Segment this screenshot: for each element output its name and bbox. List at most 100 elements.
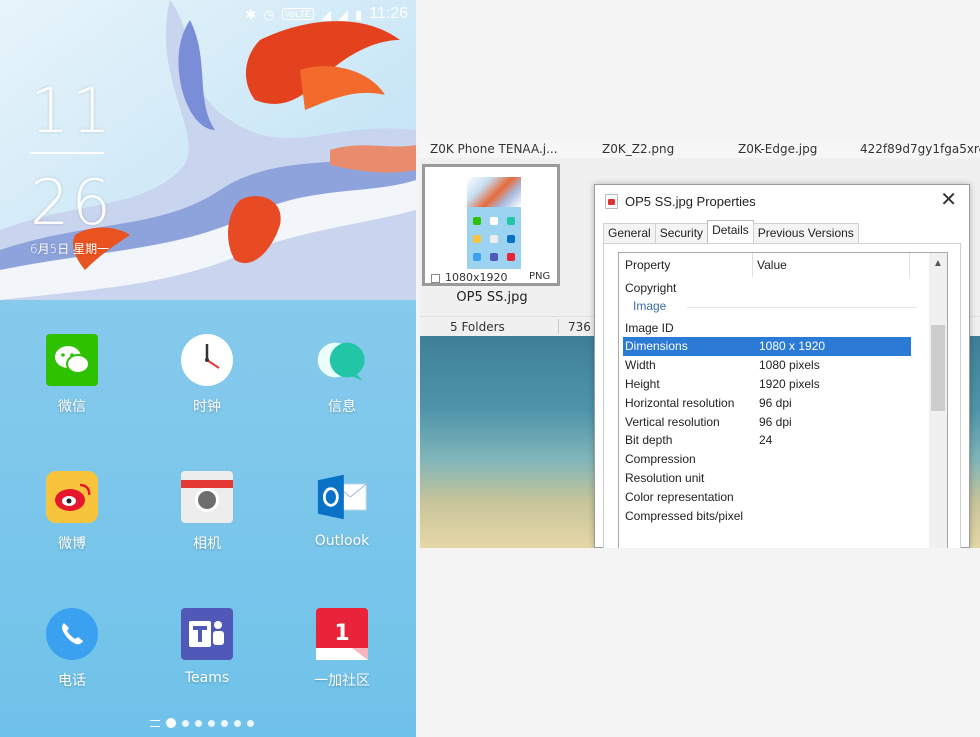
property-row[interactable]: Width 1080 pixels	[623, 356, 911, 375]
app-outlook[interactable]: Outlook	[287, 471, 397, 549]
app-phone[interactable]: 电话	[17, 608, 127, 690]
column-divider[interactable]	[752, 253, 753, 277]
thumbnail-checkbox[interactable]	[431, 274, 440, 283]
app-label: 一加社区	[314, 673, 370, 689]
thumb-app-icon	[473, 235, 481, 243]
property-value: 24	[759, 433, 773, 448]
app-oneplus-community[interactable]: 1 一加社区	[287, 608, 397, 690]
phone-icon	[46, 608, 98, 660]
page-dot	[234, 719, 241, 727]
teams-icon	[181, 608, 233, 660]
column-header-property[interactable]: Property	[625, 258, 670, 272]
folder-count: 5 Folders	[450, 320, 505, 334]
file-name[interactable]: Z0K_Z2.png	[602, 142, 674, 156]
thumb-app-icon	[490, 235, 498, 243]
app-grid: 微信 时钟 信息 微博 相机 Outlook 电话 Teams 1 一加社区	[0, 300, 416, 737]
tab-general[interactable]: General	[603, 223, 656, 243]
app-label: 电话	[58, 673, 86, 689]
file-name[interactable]: 422f89d7gy1fga5xre...	[860, 142, 980, 156]
clock-minute: 26	[30, 166, 113, 239]
page-dot	[182, 719, 189, 727]
scrollbar-thumb[interactable]	[931, 325, 945, 411]
app-camera[interactable]: 相机	[152, 471, 262, 553]
thumb-app-icon	[507, 235, 515, 243]
screenshot-composite: ✱ ◷ VoLTE ◢ ◢ ▮ 11:26 11 26 6月5日 星期一 微信 …	[0, 0, 980, 737]
property-row[interactable]: Compression	[623, 450, 911, 469]
thumb-app-icon	[473, 217, 481, 225]
page-dot	[221, 719, 228, 727]
property-row[interactable]: Height 1920 pixels	[623, 375, 911, 394]
property-row[interactable]: Copyright	[623, 279, 911, 298]
app-weibo[interactable]: 微博	[17, 471, 127, 553]
file-name[interactable]: Z0K-Edge.jpg	[738, 142, 817, 156]
app-label: 时钟	[193, 399, 221, 415]
tab-previous-versions[interactable]: Previous Versions	[752, 223, 859, 243]
vertical-scrollbar[interactable]: ▲	[929, 253, 947, 548]
app-wechat[interactable]: 微信	[17, 334, 127, 416]
page-dot	[247, 719, 254, 727]
property-row[interactable]: Vertical resolution 96 dpi	[623, 413, 911, 432]
property-name: Compression	[625, 452, 696, 467]
weibo-icon	[46, 471, 98, 523]
property-list: Property Value Copyright Image Image ID Dim…	[618, 252, 948, 548]
page-dot-active	[166, 718, 176, 728]
wechat-icon	[46, 334, 98, 386]
close-icon[interactable]: ✕	[940, 190, 957, 210]
property-value: 96 dpi	[759, 414, 792, 429]
app-label: 相机	[193, 536, 221, 552]
details-panel: Property Value Copyright Image Image ID Dim…	[603, 243, 961, 548]
tab-security[interactable]: Security	[654, 223, 709, 243]
svg-text:1: 1	[334, 621, 349, 646]
clock-widget[interactable]: 11 26 6月5日 星期一	[30, 80, 113, 257]
tab-details[interactable]: Details	[707, 220, 754, 243]
outlook-icon	[316, 471, 368, 523]
property-value: 1080 pixels	[759, 358, 820, 373]
column-header-value[interactable]: Value	[757, 258, 787, 272]
app-label: Outlook	[314, 533, 370, 549]
column-divider[interactable]	[909, 253, 910, 277]
signal-icon: ◢	[320, 6, 331, 22]
thumbnail-wallpaper	[467, 177, 521, 207]
property-row[interactable]: Dimensions 1080 x 1920	[623, 337, 911, 357]
status-separator	[558, 319, 559, 334]
volte-badge: VoLTE	[281, 8, 314, 20]
oneplus-community-icon: 1	[316, 608, 368, 660]
property-name: Horizontal resolution	[625, 395, 735, 410]
dialog-title-bar[interactable]: OP5 SS.jpg Properties ✕	[595, 185, 969, 217]
thumbnail-file-name[interactable]: OP5 SS.jpg	[422, 290, 562, 305]
thumbnail-dimensions: 1080x1920	[445, 271, 508, 284]
scroll-up-arrow-icon[interactable]: ▲	[933, 258, 943, 269]
property-row[interactable]: Compressed bits/pixel	[623, 507, 911, 526]
app-clock[interactable]: 时钟	[152, 334, 262, 416]
file-name[interactable]: Z0K Phone TENAA.j...	[430, 142, 558, 156]
property-row[interactable]: Color representation	[623, 488, 911, 507]
clock-hour: 11	[30, 74, 113, 147]
file-thumbnail-selected[interactable]: 1080x1920 PNG	[422, 164, 560, 286]
property-row[interactable]: Image ID	[623, 319, 911, 338]
property-row[interactable]: Resolution unit	[623, 469, 911, 488]
app-messages[interactable]: 信息	[287, 334, 397, 416]
wallpaper: ✱ ◷ VoLTE ◢ ◢ ▮ 11:26 11 26 6月5日 星期一	[0, 0, 416, 300]
thumb-app-icon	[490, 253, 498, 261]
app-teams[interactable]: Teams	[152, 608, 262, 686]
property-row[interactable]: Bit depth 24	[623, 431, 911, 450]
property-name: Bit depth	[625, 433, 673, 448]
property-value: 1080 x 1920	[759, 339, 826, 354]
property-name: Height	[625, 377, 660, 391]
group-header-image[interactable]: Image	[623, 298, 923, 317]
property-name: Copyright	[625, 281, 677, 295]
thumb-app-icon	[507, 253, 515, 261]
file-name-row: Z0K Phone TENAA.j... Z0K_Z2.png Z0K-Edge…	[420, 140, 980, 158]
property-row[interactable]: Horizontal resolution 96 dpi	[623, 394, 911, 413]
thumb-app-icon	[490, 217, 498, 225]
phone-home-screen: ✱ ◷ VoLTE ◢ ◢ ▮ 11:26 11 26 6月5日 星期一 微信 …	[0, 0, 416, 737]
bluetooth-icon: ✱	[245, 6, 257, 22]
property-name: Image ID	[625, 320, 674, 335]
app-drawer-indicator	[150, 719, 160, 727]
page-indicator[interactable]	[150, 718, 254, 728]
property-name: Vertical resolution	[625, 414, 720, 429]
file-explorer: Z0K Phone TENAA.j... Z0K_Z2.png Z0K-Edge…	[420, 140, 980, 548]
signal-icon-2: ◢	[337, 6, 348, 22]
app-label: 信息	[328, 399, 356, 415]
clock-icon	[181, 334, 233, 386]
